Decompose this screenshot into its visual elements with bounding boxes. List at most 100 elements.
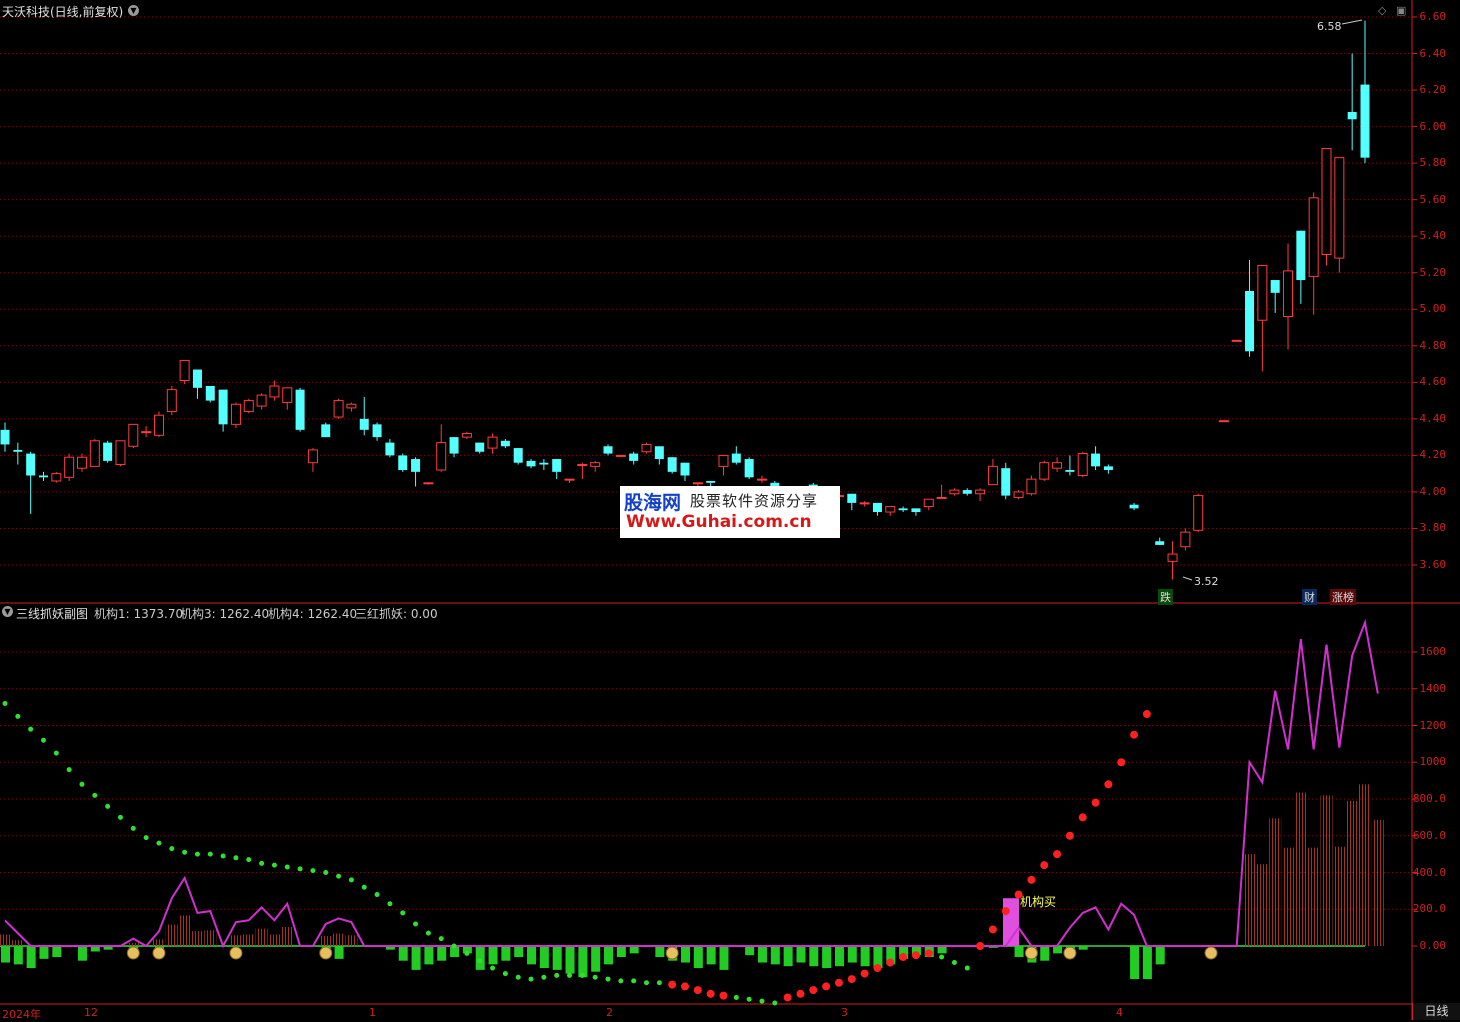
green-bar [719,946,729,970]
indicator-menu-icon[interactable]: ▼ [2,606,13,617]
dot-line-point [605,976,611,982]
candle-body [1218,420,1229,423]
money-bag-icon [1063,946,1077,960]
dot-line-point [939,954,945,960]
dot-line-point [297,866,303,872]
red-histogram-bar [165,924,178,946]
diamond-icon[interactable]: ◇ [1378,4,1386,17]
red-histogram-bar [319,936,332,946]
dot-line-point [796,989,805,998]
candle-body [590,462,601,467]
candle-body [359,418,369,430]
red-histogram-bar [1269,818,1282,946]
candle-body [449,437,459,454]
price-tick-label: 4.20 [1419,448,1447,462]
low-price-label: 3.52 [1194,575,1219,588]
candle-body [38,475,48,478]
green-bar [616,946,626,958]
price-tick-label: 3.80 [1419,521,1447,535]
green-bar [424,946,434,965]
high-price-label: 6.58 [1317,20,1342,33]
dot-line-point [490,965,496,971]
price-tick-label: 5.40 [1419,229,1447,243]
candle-body [872,502,882,513]
candle-body [1347,111,1357,120]
candle-body [1039,462,1050,480]
candle-body [230,403,241,425]
dot-line-point [733,994,739,1000]
dot-line-point [783,993,792,1002]
green-bar [488,946,498,965]
chevron-down-icon[interactable]: ▼ [128,5,139,16]
indicator-jigou4: 机构4: 1262.40 [268,607,358,621]
green-bar [629,946,639,954]
red-histogram-bar [1320,795,1333,946]
candle-body [1129,504,1139,509]
candle-body [295,389,305,430]
window-icon[interactable]: ▣ [1396,4,1406,17]
dot-line-point [1104,780,1113,789]
candle-body [539,462,549,465]
dot-line-point [515,974,521,980]
green-bar [501,946,511,961]
tag-limit-up[interactable]: 涨榜 [1330,589,1356,605]
candle-body [1257,264,1268,321]
dot-line-point [502,971,508,977]
period-tab-daily[interactable]: 日线 [1412,1003,1460,1020]
dot-line-point [528,976,534,982]
ind-tick-label: 0.00 [1419,939,1447,952]
ind-tick-label: 1200 [1419,718,1447,732]
candle-body [26,453,36,476]
price-tick-label: 6.40 [1419,46,1447,60]
candle-body [667,457,677,472]
candle-body [564,478,575,481]
candle-body [346,403,357,409]
dot-line-point [1130,730,1139,739]
candle-body [1180,531,1191,548]
green-bar [1155,946,1165,965]
green-bar [578,946,588,978]
green-bar [591,946,601,972]
dot-line-point [400,910,406,916]
dot-line-point [860,969,869,978]
dot-line-point [706,989,715,998]
green-bar [796,946,806,963]
red-histogram-bar [178,915,191,946]
candle-body [13,449,23,452]
candle-body [859,502,870,505]
candle-body [385,442,395,456]
candle-body [89,440,100,467]
red-histogram-bar [11,940,24,946]
candle-body [1155,541,1165,545]
red-histogram-bar [1294,792,1307,946]
green-bar [39,946,49,959]
candle-body [411,459,421,472]
dot-line-point [681,982,689,991]
dot-line-point [822,982,831,991]
watermark-brand: 股海网 [624,492,682,514]
price-tick-label: 5.20 [1419,265,1447,279]
candle-body [1065,470,1075,472]
dot-line-point [631,978,637,984]
money-bag-icon [319,946,333,960]
tag-finance[interactable]: 财 [1302,589,1317,605]
ind-tick-label: 1000 [1419,755,1447,769]
dot-line-point [2,700,8,706]
candle-body [706,480,716,483]
green-bar [475,946,485,970]
indicator-title: 三线抓妖副图 [16,607,89,621]
stock-title: 天沃科技(日线,前复权) [2,5,124,19]
high-arrow [1341,19,1363,25]
candle-body [923,498,934,508]
ind-tick-label: 1400 [1419,681,1447,695]
dot-line-point [169,846,175,852]
green-bar [514,946,524,958]
tag-fall[interactable]: 跌 [1158,589,1173,605]
candle-body [166,389,177,413]
watermark: 股海网 股票软件资源分享 Www.Guhai.com.cn [620,486,840,538]
green-bar [539,946,549,969]
green-bar [681,946,690,963]
red-histogram-bar [1346,800,1359,946]
dot-line-point [541,974,547,980]
green-bar [1130,946,1140,980]
